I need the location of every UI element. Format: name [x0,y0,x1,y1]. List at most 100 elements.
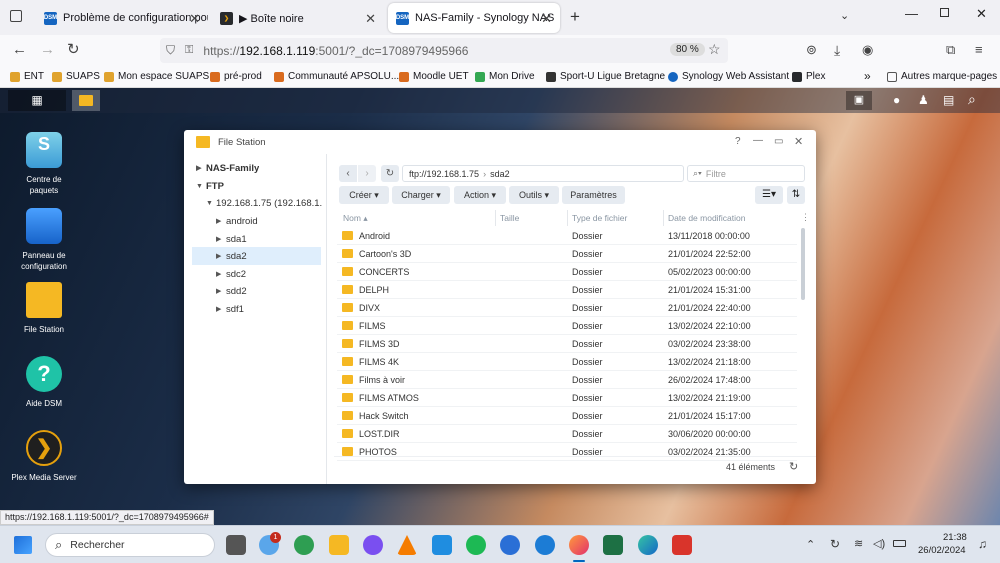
tab-list-icon[interactable] [10,10,22,22]
extensions-icon[interactable]: ⧉ [946,42,955,58]
sort-icon[interactable]: ⇅ [787,186,805,204]
widgets-icon[interactable]: ▣ [846,91,872,110]
app-icon[interactable] [500,535,520,555]
user-icon[interactable]: ♟ [918,93,929,107]
tree-node-sdd2[interactable]: ▶ sdd2 [216,282,247,300]
action-button[interactable]: Action ▾ [454,186,506,204]
notifications-icon[interactable]: ▤ [943,93,954,107]
refresh-button[interactable]: ↻ [381,165,399,182]
tree-node-server[interactable]: ▼ 192.168.1.75 (192.168.1. [206,194,326,212]
scrollbar[interactable] [801,228,805,300]
tree-node-android[interactable]: ▶ android [216,212,258,230]
messenger-icon[interactable] [363,535,383,555]
bookmark-drive[interactable]: Mon Drive [475,71,535,82]
table-row[interactable]: CONCERTS Dossier 05/02/2023 00:00:00 [337,263,797,281]
column-header-type[interactable]: Type de fichier [567,210,627,226]
table-row[interactable]: Hack Switch Dossier 21/01/2024 15:17:00 [337,407,797,425]
bookmark-plex[interactable]: Plex [792,71,825,82]
path-segment-folder[interactable]: sda2 [490,169,510,179]
caret-right-icon[interactable]: ▶ [216,217,226,225]
battery-icon[interactable] [893,540,906,547]
new-tab-button[interactable]: + [570,7,580,27]
tree-node-sdc2[interactable]: ▶ sdc2 [216,265,246,283]
table-row[interactable]: FILMS Dossier 13/02/2024 22:10:00 [337,317,797,335]
tree-node-ftp[interactable]: ▼ FTP [196,177,224,195]
search-icon[interactable]: ⌕ [968,91,976,108]
table-row[interactable]: FILMS 4K Dossier 13/02/2024 21:18:00 [337,353,797,371]
bookmark-suaps[interactable]: SUAPS [52,71,100,82]
refresh-icon[interactable]: ↻ [789,460,798,473]
chevron-right-icon[interactable]: » [864,69,871,83]
bookmark-sport-u[interactable]: Sport-U Ligue Bretagne [546,71,665,82]
upload-button[interactable]: Charger ▾ [392,186,450,204]
caret-right-icon[interactable]: ▶ [216,305,226,313]
table-row[interactable]: Films à voir Dossier 26/02/2024 17:48:00 [337,371,797,389]
table-row[interactable]: Android Dossier 13/11/2018 00:00:00 [337,227,797,245]
file-station-task-icon[interactable] [72,90,100,111]
help-button[interactable]: ? [735,136,741,147]
menu-icon[interactable]: ≡ [975,42,983,58]
edge-icon[interactable] [638,535,658,555]
zoom-badge[interactable]: 80 % [670,43,705,56]
caret-right-icon[interactable]: ▶ [216,270,226,278]
caret-right-icon[interactable]: ▶ [216,252,226,260]
tree-node-sda2[interactable]: ▶ sda2 [192,247,321,265]
app-icon[interactable] [535,535,555,555]
control-panel-icon[interactable]: Panneau de configuration [0,208,88,272]
caret-right-icon[interactable]: ▶ [216,235,226,243]
chevron-up-icon[interactable]: ⌃ [806,538,815,551]
volume-icon[interactable]: ◁) [873,537,885,550]
bookmark-ent[interactable]: ENT [10,71,44,82]
list-view-icon[interactable]: ☰▾ [755,186,783,204]
pdf-icon[interactable] [672,535,692,555]
dsm-help-icon[interactable]: ? Aide DSM [0,356,88,409]
chrome-icon[interactable] [294,535,314,555]
plex-media-server-icon[interactable]: ❯ Plex Media Server [0,430,88,483]
app-icon[interactable] [432,535,452,555]
task-view-icon[interactable] [226,535,246,555]
main-menu-icon[interactable]: ▦ [8,90,66,111]
minimize-button[interactable]: — [905,6,918,21]
maximize-button[interactable]: ▭ [774,136,783,147]
forward-icon[interactable]: → [40,42,55,58]
column-header-date[interactable]: Date de modification [663,210,746,226]
column-header-name[interactable]: Nom ▴ [343,210,368,226]
tab-2[interactable]: ❯ ▶ Boîte noire ✕ [212,3,384,33]
column-header-size[interactable]: Taille [495,210,519,226]
account-icon[interactable]: ◉ [862,42,873,58]
pocket-icon[interactable]: ⊚ [806,42,817,58]
path-segment-ftp[interactable]: ftp://192.168.1.75 [409,169,479,179]
table-row[interactable]: Cartoon's 3D Dossier 21/01/2024 22:52:00 [337,245,797,263]
close-icon[interactable]: ✕ [541,11,552,27]
create-button[interactable]: Créer ▾ [339,186,389,204]
close-icon[interactable]: ✕ [365,11,376,27]
explorer-icon[interactable] [329,535,349,555]
bookmark-moodle[interactable]: Moodle UET [399,71,469,82]
forward-button[interactable]: › [358,165,376,182]
tree-node-sdf1[interactable]: ▶ sdf1 [216,300,244,318]
bookmark-pre-prod[interactable]: pré-prod [210,71,262,82]
star-icon[interactable]: ☆ [708,41,721,58]
table-row[interactable]: LOST.DIR Dossier 30/06/2020 00:00:00 [337,425,797,443]
minimize-button[interactable]: — [753,135,763,146]
bookmark-other[interactable]: Autres marque-pages [887,71,997,82]
chevron-down-icon[interactable]: ⌄ [840,9,849,22]
tab-3[interactable]: DSM NAS-Family - Synology NAS ✕ [388,3,560,33]
reload-icon[interactable]: ↻ [67,42,80,58]
tree-node-sda1[interactable]: ▶ sda1 [216,230,247,248]
caret-down-icon[interactable]: ▼ [196,183,206,190]
caret-right-icon[interactable]: ▶ [216,287,226,295]
path-bar[interactable]: ftp://192.168.1.75 › sda2 [402,165,684,182]
tree-node-nas-family[interactable]: ▶ NAS-Family [196,159,259,177]
excel-icon[interactable] [603,535,623,555]
download-icon[interactable]: ⤓ [834,42,840,58]
column-menu-icon[interactable]: ⋮ [801,212,810,223]
bookmark-apsolu[interactable]: Communauté APSOLU... [274,71,399,82]
close-window-button[interactable]: ✕ [976,6,987,22]
caret-right-icon[interactable]: ▶ [196,164,206,172]
table-row[interactable]: DELPH Dossier 21/01/2024 15:31:00 [337,281,797,299]
wifi-icon[interactable]: ≋ [854,537,863,550]
vlc-icon[interactable] [397,535,417,555]
tab-1[interactable]: DSM Problème de configuration pou ✕ [36,3,208,33]
table-row[interactable]: FILMS ATMOS Dossier 13/02/2024 21:19:00 [337,389,797,407]
